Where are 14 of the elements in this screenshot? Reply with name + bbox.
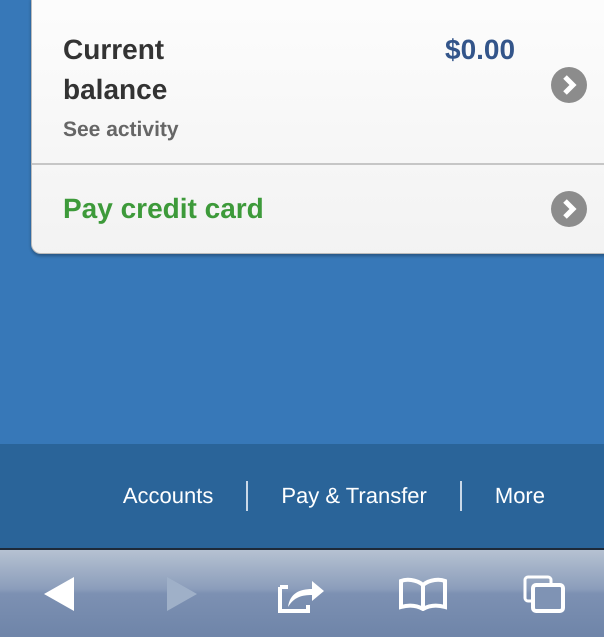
book-icon[interactable] — [398, 576, 448, 610]
nav-link[interactable]: More — [494, 483, 545, 509]
pay-card-label: Pay credit card — [63, 193, 264, 225]
tabs-icon[interactable] — [522, 574, 565, 612]
pay-card-row[interactable]: Pay credit card — [32, 165, 604, 253]
chevron-icon — [551, 191, 587, 227]
balance-amount: $0.00 — [445, 33, 516, 67]
balance-row[interactable]: Current balance See activity $0.00 — [32, 0, 604, 165]
back-icon[interactable] — [44, 576, 76, 612]
chevron-icon — [551, 67, 587, 103]
activity-link[interactable]: See activity — [63, 118, 213, 142]
nav-link[interactable]: Pay & Transfer — [281, 483, 427, 509]
nav-link[interactable]: Accounts — [122, 483, 214, 509]
balance-label: Current balance — [63, 33, 168, 107]
